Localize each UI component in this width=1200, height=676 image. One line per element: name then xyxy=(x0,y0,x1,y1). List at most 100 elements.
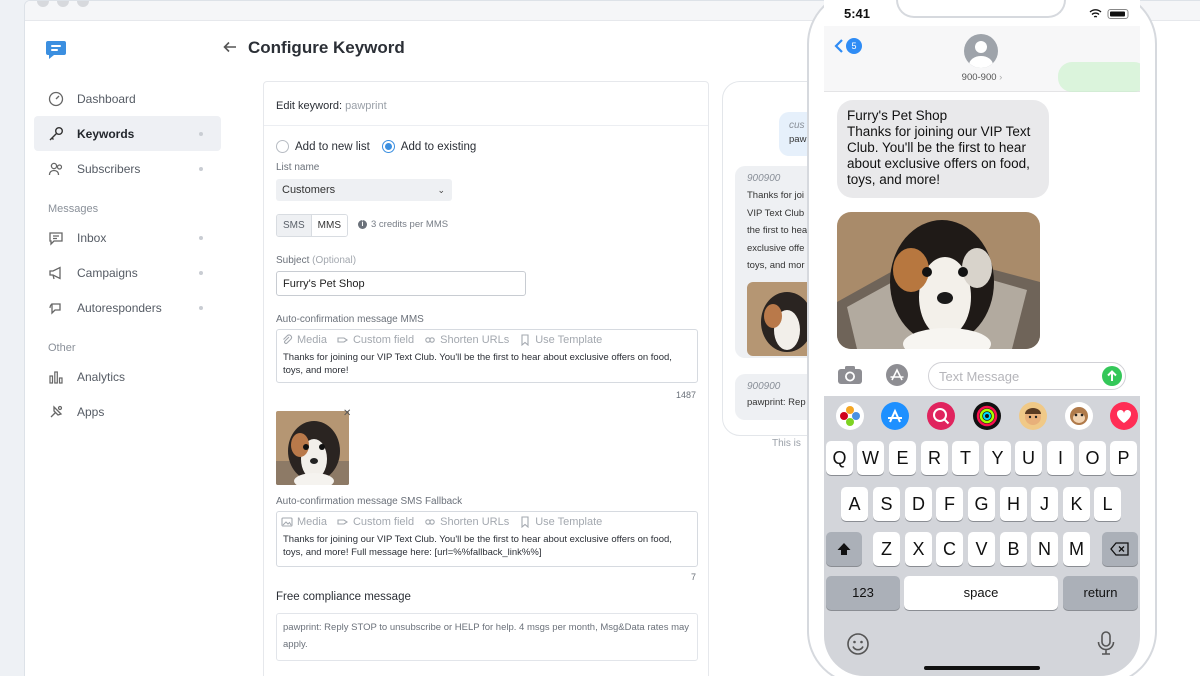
window-close-dot[interactable] xyxy=(37,1,49,7)
sidebar-item-autoresponders[interactable]: Autoresponders xyxy=(34,290,221,325)
key-s[interactable]: S xyxy=(873,487,900,521)
key-f[interactable]: F xyxy=(936,487,963,521)
mms-image-message[interactable] xyxy=(837,212,1040,349)
search-images-app-icon[interactable] xyxy=(927,402,955,430)
contact-name[interactable]: 900-900 › xyxy=(824,72,1140,83)
nav-dot xyxy=(199,132,203,136)
memoji-icon xyxy=(1025,408,1041,425)
key-r[interactable]: R xyxy=(921,441,948,475)
custom-field-button[interactable]: Custom field xyxy=(337,334,414,346)
camera-icon[interactable] xyxy=(836,364,864,386)
app-store-icon[interactable] xyxy=(882,363,912,387)
contact-avatar[interactable] xyxy=(964,34,998,68)
preview-note: This is xyxy=(772,438,801,449)
media-button[interactable]: Media xyxy=(281,334,327,346)
microphone-icon[interactable] xyxy=(1096,630,1116,656)
custom-field-button[interactable]: Custom field xyxy=(337,516,414,528)
key-u[interactable]: U xyxy=(1015,441,1042,475)
message-text: Thanks for joining our VIP Text Club. Yo… xyxy=(847,124,1031,187)
key-l[interactable]: L xyxy=(1094,487,1121,521)
users-icon xyxy=(48,162,63,175)
paperclip-icon xyxy=(283,334,293,344)
emoji-icon[interactable] xyxy=(846,632,870,656)
key-j[interactable]: J xyxy=(1031,487,1058,521)
back-arrow-icon[interactable] xyxy=(222,39,238,55)
list-select[interactable]: Customers ⌄ xyxy=(276,179,452,201)
media-button[interactable]: Media xyxy=(281,516,327,528)
subject-input[interactable]: Furry's Pet Shop xyxy=(276,271,526,296)
seg-mms-button[interactable]: MMS xyxy=(310,215,348,236)
sidebar-item-keywords[interactable]: Keywords xyxy=(34,116,221,151)
subject-optional-text: (Optional) xyxy=(312,255,357,266)
key-n[interactable]: N xyxy=(1031,532,1058,566)
message-input-placeholder: Text Message xyxy=(939,369,1020,384)
key-k[interactable]: K xyxy=(1063,487,1090,521)
return-key[interactable]: return xyxy=(1063,576,1138,610)
message-sender: Furry's Pet Shop xyxy=(847,108,948,123)
shorten-urls-button[interactable]: Shorten URLs xyxy=(424,516,509,528)
key-h[interactable]: H xyxy=(1000,487,1027,521)
key-y[interactable]: Y xyxy=(984,441,1011,475)
shorten-urls-button[interactable]: Shorten URLs xyxy=(424,334,509,346)
mms-image-thumbnail[interactable] xyxy=(276,411,349,485)
nav-dot xyxy=(199,271,203,275)
key-e[interactable]: E xyxy=(889,441,916,475)
sidebar-item-apps[interactable]: Apps xyxy=(34,394,221,429)
memoji-app-icon[interactable] xyxy=(1019,402,1047,430)
key-m[interactable]: M xyxy=(1063,532,1090,566)
sidebar-item-dashboard[interactable]: Dashboard xyxy=(34,81,221,116)
key-d[interactable]: D xyxy=(905,487,932,521)
key-z[interactable]: Z xyxy=(873,532,900,566)
sidebar-item-label: Inbox xyxy=(77,230,107,245)
tag-icon xyxy=(337,519,348,525)
digital-touch-app-icon[interactable] xyxy=(1110,402,1138,430)
sidebar-item-label: Autoresponders xyxy=(77,300,162,315)
animoji-app-icon[interactable] xyxy=(1065,402,1093,430)
key-a[interactable]: A xyxy=(841,487,868,521)
send-button[interactable] xyxy=(1102,366,1122,386)
megaphone-icon xyxy=(49,265,61,280)
key-p[interactable]: P xyxy=(1110,441,1137,475)
key-q[interactable]: Q xyxy=(826,441,853,475)
key-b[interactable]: B xyxy=(1000,532,1027,566)
card-header: Edit keyword: pawprint xyxy=(264,82,708,126)
dashboard-icon xyxy=(48,91,64,106)
delete-key[interactable] xyxy=(1102,532,1138,566)
key-c[interactable]: C xyxy=(936,532,963,566)
key-v[interactable]: V xyxy=(968,532,995,566)
remove-image-icon[interactable]: ✕ xyxy=(343,408,351,419)
numbers-key[interactable]: 123 xyxy=(826,576,900,610)
radio-add-existing[interactable] xyxy=(381,140,395,153)
use-template-button[interactable]: Use Template xyxy=(519,334,602,346)
window-minimize-dot[interactable] xyxy=(57,1,69,7)
key-g[interactable]: G xyxy=(968,487,995,521)
key-x[interactable]: X xyxy=(905,532,932,566)
key-o[interactable]: O xyxy=(1079,441,1106,475)
photos-flower-icon xyxy=(840,406,860,426)
photos-app-icon[interactable] xyxy=(836,402,864,430)
sidebar-item-subscribers[interactable]: Subscribers xyxy=(34,151,221,186)
radio-add-new-list[interactable] xyxy=(276,140,289,153)
sms-fallback-box[interactable]: Media Custom field Shorten URLs Use Temp… xyxy=(276,511,698,567)
shift-key[interactable] xyxy=(826,532,862,566)
app-store-app-icon[interactable] xyxy=(881,402,909,430)
activity-rings-icon xyxy=(976,405,998,427)
sidebar-item-inbox[interactable]: Inbox xyxy=(34,220,221,255)
app-logo-icon[interactable] xyxy=(45,39,67,61)
activity-app-icon[interactable] xyxy=(973,402,1001,430)
sidebar-item-campaigns[interactable]: Campaigns xyxy=(34,255,221,290)
heart-icon xyxy=(1116,409,1132,423)
home-indicator xyxy=(924,666,1040,670)
conversation-back-button[interactable]: 5 xyxy=(834,38,862,54)
sidebar-item-analytics[interactable]: Analytics xyxy=(34,359,221,394)
space-key[interactable]: space xyxy=(904,576,1058,610)
key-t[interactable]: T xyxy=(952,441,979,475)
message-input[interactable]: Text Message xyxy=(928,362,1126,390)
seg-sms-button[interactable]: SMS xyxy=(277,215,311,236)
mms-message-box[interactable]: Media Custom field Shorten URLs Use Temp… xyxy=(276,329,698,383)
use-template-button[interactable]: Use Template xyxy=(519,516,602,528)
key-w[interactable]: W xyxy=(857,441,884,475)
key-i[interactable]: I xyxy=(1047,441,1074,475)
window-zoom-dot[interactable] xyxy=(77,1,89,7)
dog-photo-icon xyxy=(837,212,1040,349)
